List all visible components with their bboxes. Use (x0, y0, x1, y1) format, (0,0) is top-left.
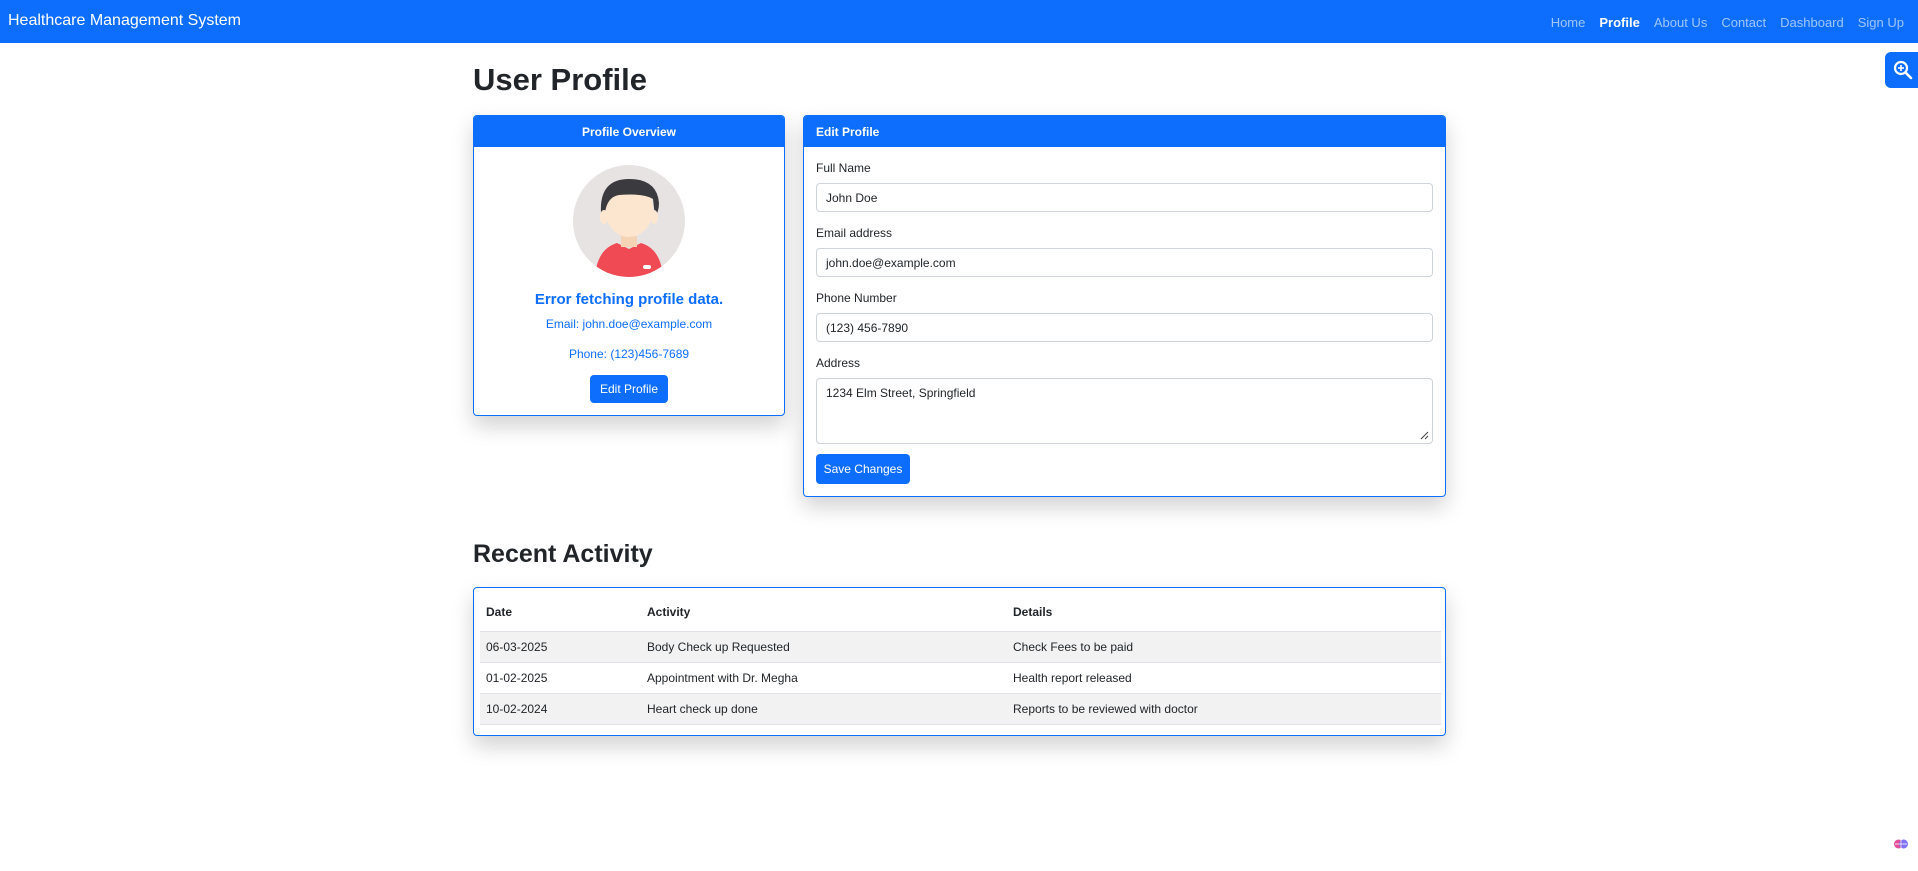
profile-email: Email: john.doe@example.com (545, 317, 713, 331)
email-input[interactable]: john.doe@example.com (816, 248, 1433, 277)
table-cell: 01-02-2025 (480, 662, 641, 694)
address-value: 1234 Elm Street, Springfield (826, 386, 976, 400)
user-avatar-icon (595, 179, 663, 277)
column-header-activity: Activity (641, 594, 1007, 632)
zoom-search-button[interactable] (1885, 52, 1918, 88)
resize-handle-icon[interactable] (1419, 430, 1429, 440)
edit-profile-button[interactable]: Edit Profile (590, 375, 668, 403)
top-navbar: Healthcare Management System Home Profil… (0, 0, 1918, 43)
table-row: 01-02-2025 Appointment with Dr. Megha He… (480, 662, 1441, 694)
table-cell: Appointment with Dr. Megha (641, 662, 1007, 694)
table-row: 10-02-2024 Heart check up done Reports t… (480, 693, 1441, 725)
table-cell: Health report released (1007, 662, 1441, 694)
table-cell: Body Check up Requested (641, 631, 1007, 663)
extension-icon[interactable] (1893, 836, 1909, 852)
nav-link-dashboard[interactable]: Dashboard (1780, 15, 1844, 30)
profile-overview-card: Profile Overview Error fetching profile … (473, 115, 785, 416)
nav-link-about[interactable]: About Us (1654, 15, 1707, 30)
profile-overview-header: Profile Overview (474, 116, 784, 147)
recent-activity-card: Date Activity Details 06-03-2025 Body Ch… (473, 587, 1446, 736)
email-label: Email address (816, 226, 893, 240)
nav-link-home[interactable]: Home (1551, 15, 1586, 30)
column-header-details: Details (1007, 594, 1441, 632)
table-cell: Check Fees to be paid (1007, 631, 1441, 663)
save-changes-button[interactable]: Save Changes (816, 454, 910, 484)
table-row: 06-03-2025 Body Check up Requested Check… (480, 631, 1441, 663)
nav-link-contact[interactable]: Contact (1721, 15, 1766, 30)
address-textarea[interactable]: 1234 Elm Street, Springfield (816, 378, 1433, 444)
edit-profile-header: Edit Profile (804, 116, 1445, 147)
profile-phone: Phone: (123)456-7689 (568, 347, 690, 361)
table-cell: 06-03-2025 (480, 631, 641, 663)
nav-links: Home Profile About Us Contact Dashboard … (1551, 15, 1904, 30)
table-cell: 10-02-2024 (480, 693, 641, 725)
edit-profile-card: Edit Profile Full Name John Doe Email ad… (803, 115, 1446, 497)
zoom-search-icon (1893, 60, 1913, 80)
full-name-label: Full Name (816, 161, 871, 175)
recent-activity-title: Recent Activity (473, 540, 653, 568)
address-label: Address (816, 356, 861, 370)
user-avatar (573, 165, 685, 277)
column-header-date: Date (480, 594, 641, 632)
table-cell: Heart check up done (641, 693, 1007, 725)
profile-error-message: Error fetching profile data. (534, 291, 724, 308)
full-name-input[interactable]: John Doe (816, 183, 1433, 212)
nav-link-profile[interactable]: Profile (1599, 15, 1639, 30)
page-title: User Profile (473, 62, 648, 97)
activity-table: Date Activity Details 06-03-2025 Body Ch… (480, 594, 1441, 725)
nav-link-signup[interactable]: Sign Up (1858, 15, 1904, 30)
phone-input[interactable]: (123) 456-7890 (816, 313, 1433, 342)
table-header-row: Date Activity Details (480, 594, 1441, 632)
table-cell: Reports to be reviewed with doctor (1007, 693, 1441, 725)
phone-label: Phone Number (816, 291, 897, 305)
brand-title[interactable]: Healthcare Management System (8, 12, 241, 30)
